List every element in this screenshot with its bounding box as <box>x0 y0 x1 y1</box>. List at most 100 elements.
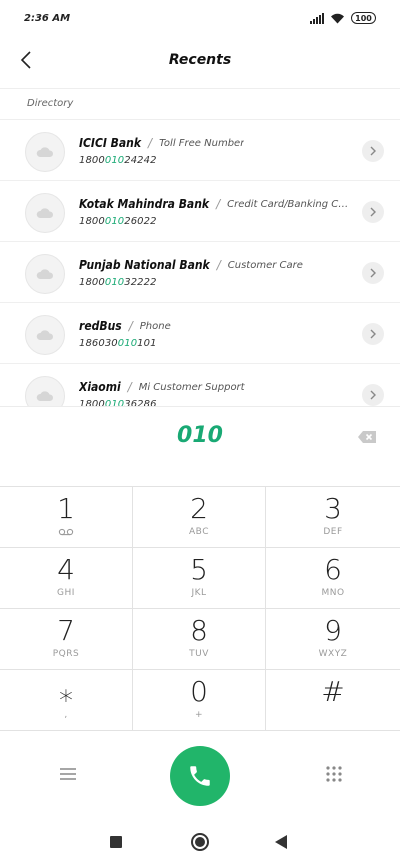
key-letters: + <box>194 710 204 720</box>
key-letters: PQRS <box>52 649 80 659</box>
back-button[interactable] <box>12 46 40 74</box>
key-digit: 5 <box>190 553 208 586</box>
number-part: 24242 <box>124 155 157 166</box>
key-digit: 3 <box>324 492 342 525</box>
chevron-right-icon <box>370 329 376 339</box>
backspace-icon[interactable] <box>357 430 377 444</box>
phone-icon <box>190 766 210 786</box>
cloud-icon <box>36 391 54 401</box>
details-button[interactable] <box>362 323 384 345</box>
cloud-icon <box>36 147 54 157</box>
key-9[interactable]: 9 WXYZ <box>266 609 400 670</box>
separator: / <box>128 319 133 333</box>
chevron-right-icon <box>370 207 376 217</box>
number-part: 36286 <box>124 399 157 406</box>
list-item-title: Kotak Mahindra Bank / Credit Card/Bankin… <box>79 197 349 211</box>
cloud-icon <box>36 269 54 279</box>
key-digit: 8 <box>190 614 208 647</box>
number-match: 010 <box>104 155 125 166</box>
key-digit: 4 <box>57 553 75 586</box>
number-part: 1800 <box>79 216 105 227</box>
key-1[interactable]: 1 <box>0 487 133 548</box>
list-item-title: ICICI Bank / Toll Free Number <box>79 136 349 150</box>
separator: / <box>127 380 132 394</box>
details-button[interactable] <box>362 384 384 406</box>
key-digit: 7 <box>57 614 75 647</box>
system-nav-bar <box>0 822 400 862</box>
header: Recents <box>0 40 400 80</box>
number-match: 010 <box>117 338 138 349</box>
cloud-icon <box>36 330 54 340</box>
key-3[interactable]: 3 DEF <box>266 487 400 548</box>
chevron-right-icon <box>370 268 376 278</box>
number-match: 010 <box>104 277 125 288</box>
directory-list[interactable]: ICICI Bank / Toll Free Number 1800010242… <box>0 120 400 406</box>
avatar <box>25 132 65 172</box>
contact-name: Xiaomi <box>79 380 121 394</box>
details-button[interactable] <box>362 201 384 223</box>
list-item[interactable]: Punjab National Bank / Customer Care 180… <box>0 242 400 303</box>
list-item-title: Xiaomi / Mi Customer Support <box>79 380 349 394</box>
key-star[interactable]: ⁎ , <box>0 670 133 731</box>
number-part: 186030 <box>79 338 118 349</box>
avatar <box>25 376 65 406</box>
dialed-number[interactable]: 010 <box>0 423 400 448</box>
contact-number: 180001032222 <box>79 277 157 288</box>
back-triangle-icon[interactable] <box>275 835 287 849</box>
number-match: 010 <box>104 399 125 406</box>
list-item[interactable]: Xiaomi / Mi Customer Support 18000103628… <box>0 364 400 406</box>
contact-description: Phone <box>139 320 171 332</box>
key-letters: TUV <box>189 649 209 659</box>
key-digit: 6 <box>324 553 342 586</box>
wifi-icon <box>331 13 344 23</box>
key-5[interactable]: 5 JKL <box>133 548 266 609</box>
contact-name: Punjab National Bank <box>79 258 210 272</box>
key-digit: 9 <box>324 614 342 647</box>
contact-number: 180001024242 <box>79 155 157 166</box>
contact-number: 180001026022 <box>79 216 157 227</box>
separator: / <box>216 258 221 272</box>
key-letters: GHI <box>57 588 75 598</box>
key-4[interactable]: 4 GHI <box>0 548 133 609</box>
details-button[interactable] <box>362 140 384 162</box>
call-button[interactable] <box>170 746 230 806</box>
key-letters: WXYZ <box>318 649 348 659</box>
contact-number: 180001036286 <box>79 399 157 406</box>
key-digit: 2 <box>190 492 208 525</box>
divider <box>0 88 400 89</box>
key-6[interactable]: 6 MNO <box>266 548 400 609</box>
voicemail-icon <box>58 528 74 536</box>
separator: / <box>216 197 221 211</box>
key-7[interactable]: 7 PQRS <box>0 609 133 670</box>
number-part: 1800 <box>79 399 105 406</box>
recent-apps-icon[interactable] <box>110 836 122 848</box>
status-icons: 100 <box>310 12 376 24</box>
details-button[interactable] <box>362 262 384 284</box>
chevron-right-icon <box>370 390 376 400</box>
chevron-left-icon <box>20 51 31 69</box>
list-item[interactable]: ICICI Bank / Toll Free Number 1800010242… <box>0 120 400 181</box>
home-dot <box>195 837 205 847</box>
contact-name: redBus <box>79 319 122 333</box>
key-hash[interactable]: # <box>266 670 400 731</box>
avatar <box>25 193 65 233</box>
key-2[interactable]: 2 ABC <box>133 487 266 548</box>
keypad: 1 2 ABC 3 DEF 4 GHI 5 JKL 6 MNO 7 PQRS 8… <box>0 486 400 732</box>
list-item[interactable]: Kotak Mahindra Bank / Credit Card/Bankin… <box>0 181 400 242</box>
menu-icon[interactable] <box>58 766 78 782</box>
key-digit: 0 <box>190 675 208 708</box>
status-bar: 2:36 AM 100 <box>0 0 400 36</box>
home-icon[interactable] <box>191 833 209 851</box>
contact-name: Kotak Mahindra Bank <box>79 197 210 211</box>
list-item-title: redBus / Phone <box>79 319 349 333</box>
separator: / <box>148 136 153 150</box>
dialpad-icon[interactable] <box>325 765 343 783</box>
key-letters: DEF <box>323 527 343 537</box>
contact-number: 186030010101 <box>79 338 157 349</box>
key-0[interactable]: 0 + <box>133 670 266 731</box>
status-time: 2:36 AM <box>24 12 71 24</box>
list-item[interactable]: redBus / Phone 186030010101 <box>0 303 400 364</box>
battery-level: 100 <box>355 13 372 23</box>
key-8[interactable]: 8 TUV <box>133 609 266 670</box>
contact-name: ICICI Bank <box>79 136 142 150</box>
